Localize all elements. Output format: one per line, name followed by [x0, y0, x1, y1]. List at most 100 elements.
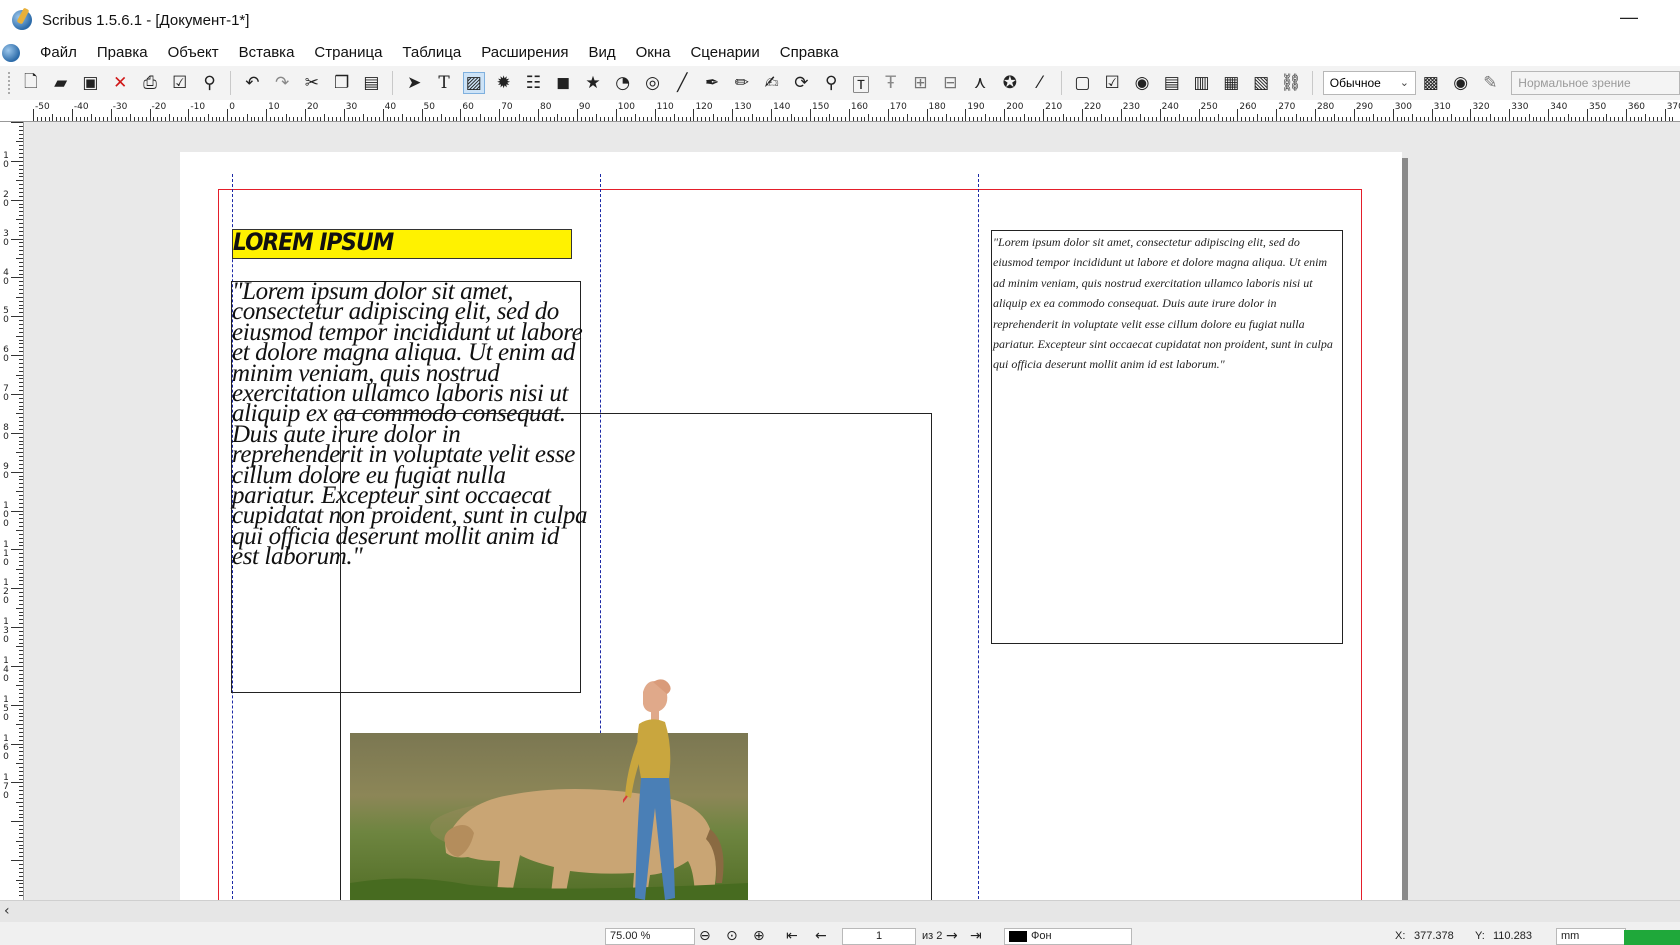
- shape-icon[interactable]: ◼: [552, 72, 574, 94]
- arc-icon[interactable]: ◔: [612, 72, 634, 94]
- ruler-tick: [1598, 117, 1600, 121]
- pdf-push-button-icon[interactable]: ▢: [1072, 72, 1094, 94]
- next-page-icon[interactable]: →: [946, 928, 958, 944]
- copy-properties-icon[interactable]: ✪: [999, 72, 1021, 94]
- preview-eye-icon[interactable]: ◉: [1450, 72, 1472, 94]
- pdf-annotation-icon[interactable]: ▧: [1250, 72, 1272, 94]
- zoom-in-icon[interactable]: ⊕: [753, 928, 765, 944]
- preflight-check-icon[interactable]: ☑: [169, 72, 191, 94]
- spiral-icon[interactable]: ◎: [642, 72, 664, 94]
- menu-extras[interactable]: Расширения: [471, 40, 578, 66]
- pdf-text-field-icon[interactable]: ▤: [1161, 72, 1183, 94]
- menu-item[interactable]: Объект: [158, 40, 229, 66]
- ruler-tick: [19, 378, 23, 380]
- toolbar-grip[interactable]: [8, 72, 12, 94]
- ruler-tick: [588, 117, 590, 121]
- toolbar-separator: [1060, 71, 1062, 95]
- pdf-list-box-icon[interactable]: ▦: [1220, 72, 1242, 94]
- ruler-label: 110: [656, 102, 674, 112]
- ruler-tick: [19, 623, 23, 625]
- print-icon[interactable]: ⎙: [139, 72, 161, 94]
- ruler-tick: [19, 867, 23, 869]
- horizontal-ruler[interactable]: -50 -40 -30 -20 -10 0 10 20 30 40 50 60 70 80 90 100 110…: [0, 100, 1680, 122]
- vertical-ruler[interactable]: 1 0 2 0 3 0 4 0 5 0 6 0 7 0 8 0 9 0 1 0 0 1 1 0 1 2…: [0, 122, 24, 900]
- rotate-icon[interactable]: ⟳: [791, 72, 813, 94]
- ruler-tick: [1427, 117, 1429, 121]
- zoom-field[interactable]: 75.00 %: [605, 928, 695, 945]
- menu-file[interactable]: Файл: [30, 40, 87, 66]
- pdf-checkbox-icon[interactable]: ☑: [1101, 72, 1123, 94]
- ruler-tick: [1579, 117, 1581, 121]
- scroll-left-arrow-icon[interactable]: ‹: [4, 903, 10, 919]
- vision-simulation-select[interactable]: Нормальное зрение: [1511, 71, 1680, 95]
- calligraphic-line-icon[interactable]: ✍: [761, 72, 783, 94]
- last-page-icon[interactable]: ⇥: [970, 928, 982, 944]
- link-frames-icon[interactable]: ⊞: [910, 72, 932, 94]
- save-icon[interactable]: ▣: [80, 72, 102, 94]
- unit-select[interactable]: mm: [1556, 928, 1626, 945]
- layer-select[interactable]: Фон: [1004, 928, 1132, 945]
- ruler-tick: [19, 390, 23, 392]
- menu-insert[interactable]: Вставка: [229, 40, 305, 66]
- polygon-star-icon[interactable]: ★: [582, 72, 604, 94]
- ruler-label: 1 5 0: [3, 694, 9, 723]
- ruler-tick: [1182, 117, 1184, 121]
- ruler-tick: [778, 117, 780, 121]
- ruler-tick: [19, 592, 23, 594]
- bezier-pen-icon[interactable]: ✒: [701, 72, 723, 94]
- page-number-field[interactable]: 1: [842, 928, 916, 945]
- undo-icon[interactable]: ↶: [241, 72, 263, 94]
- ruler-tick: [751, 114, 753, 121]
- export-pdf-icon[interactable]: ⚲: [199, 72, 221, 94]
- line-icon[interactable]: ╱: [671, 72, 693, 94]
- zoom-icon[interactable]: ⚲: [820, 72, 842, 94]
- ruler-tick: [1124, 117, 1126, 121]
- unlink-frames-icon[interactable]: ⊟: [939, 72, 961, 94]
- main-toolbar: 🗋 ▰ ▣ ✕ ⎙ ☑ ⚲ ↶ ↷ ✂ ❐ ▤ ➤ T ▨ ✹ ☷ ◼ ★ ◔ …: [0, 66, 1680, 100]
- heading-text-frame[interactable]: LOREM IPSUM: [232, 228, 572, 259]
- app-menu-icon[interactable]: [2, 44, 20, 62]
- redo-icon[interactable]: ↷: [271, 72, 293, 94]
- ruler-tick: [724, 117, 726, 121]
- menu-windows[interactable]: Окна: [626, 40, 681, 66]
- text-frame-icon[interactable]: T: [433, 72, 455, 94]
- first-page-icon[interactable]: ⇤: [786, 928, 798, 944]
- story-editor-icon[interactable]: Ŧ: [880, 72, 902, 94]
- color-management-icon[interactable]: ▩: [1420, 72, 1442, 94]
- previous-page-icon[interactable]: ←: [815, 928, 827, 944]
- zoom-out-icon[interactable]: ⊖: [699, 928, 711, 944]
- close-document-icon[interactable]: ✕: [109, 72, 131, 94]
- pdf-link-icon[interactable]: ⛓: [1280, 72, 1302, 94]
- zoom-100-icon[interactable]: ⊙: [726, 928, 738, 944]
- horizontal-scrollbar[interactable]: ‹: [0, 900, 1680, 922]
- ruler-tick: [1458, 117, 1460, 121]
- ruler-label: 220: [1083, 102, 1102, 112]
- menu-view[interactable]: Вид: [578, 40, 625, 66]
- paste-icon[interactable]: ▤: [361, 72, 383, 94]
- ruler-tick: [642, 117, 644, 121]
- render-frame-icon[interactable]: ✹: [493, 72, 515, 94]
- eyedropper-icon[interactable]: ⁄: [1029, 72, 1051, 94]
- open-folder-icon[interactable]: ▰: [50, 72, 72, 94]
- freehand-pencil-icon[interactable]: ✏: [731, 72, 753, 94]
- document-canvas[interactable]: LOREM IPSUM "Lorem ipsum dolor sit amet,…: [25, 122, 1680, 900]
- measure-icon[interactable]: ⋏: [969, 72, 991, 94]
- copy-icon[interactable]: ❐: [331, 72, 353, 94]
- image-preview-mode-select[interactable]: Обычное ⌄: [1322, 71, 1416, 95]
- minimize-button[interactable]: —: [1614, 6, 1644, 32]
- menu-page[interactable]: Страница: [304, 40, 392, 66]
- table-icon[interactable]: ☷: [522, 72, 544, 94]
- image-frame-icon[interactable]: ▨: [462, 72, 485, 94]
- cut-icon[interactable]: ✂: [301, 72, 323, 94]
- edit-text-icon[interactable]: 🅃: [850, 72, 872, 96]
- edit-mode-icon[interactable]: ✎: [1480, 72, 1502, 94]
- pdf-radio-icon[interactable]: ◉: [1131, 72, 1153, 94]
- ruler-tick: [19, 728, 23, 730]
- pdf-combo-box-icon[interactable]: ▥: [1191, 72, 1213, 94]
- menu-help[interactable]: Справка: [770, 40, 849, 66]
- menu-table[interactable]: Таблица: [392, 40, 471, 66]
- select-arrow-icon[interactable]: ➤: [403, 72, 425, 94]
- menu-edit[interactable]: Правка: [87, 40, 158, 66]
- menu-scripts[interactable]: Сценарии: [680, 40, 769, 66]
- new-document-icon[interactable]: 🗋: [20, 72, 42, 94]
